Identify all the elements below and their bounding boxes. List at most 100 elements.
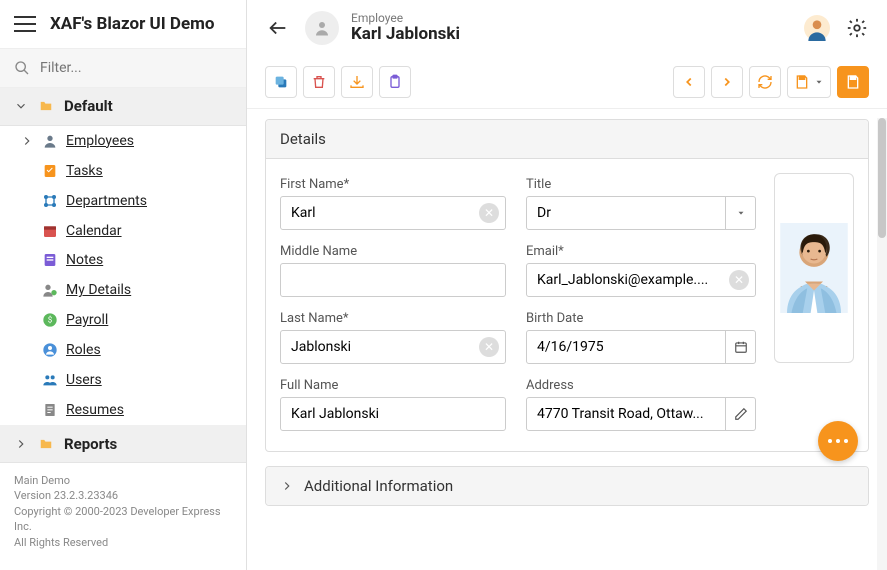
scrollbar[interactable] [877, 118, 887, 570]
sidebar-item-calendar[interactable]: Calendar [0, 216, 246, 246]
details-panel: Details First Name* ✕ Middle Name [265, 119, 869, 452]
employee-photo[interactable] [774, 173, 854, 363]
sidebar-item-departments[interactable]: Departments [0, 186, 246, 216]
birthdate-field[interactable] [526, 330, 756, 364]
chevron-right-icon [280, 479, 294, 493]
prev-button[interactable] [673, 66, 705, 98]
address-field[interactable] [526, 397, 756, 431]
additional-panel: Additional Information [265, 466, 869, 506]
clear-icon[interactable]: ✕ [729, 270, 749, 290]
sidebar-item-roles[interactable]: Roles [0, 335, 246, 365]
person-icon [313, 19, 331, 37]
title-field[interactable] [526, 196, 756, 230]
person-icon [42, 133, 58, 149]
clear-icon[interactable]: ✕ [479, 203, 499, 223]
svg-text:$: $ [48, 316, 53, 325]
photo-placeholder-icon [779, 223, 849, 313]
clear-icon[interactable]: ✕ [479, 337, 499, 357]
chevron-left-icon [682, 75, 696, 89]
first-name-input[interactable] [281, 205, 479, 221]
sidebar-item-label: Notes [66, 252, 103, 268]
main-header: Employee Karl Jablonski [247, 0, 887, 56]
full-name-field[interactable] [280, 397, 506, 431]
entity-name: Karl Jablonski [351, 25, 460, 44]
field-label: First Name* [280, 177, 506, 192]
copy-icon [273, 74, 289, 90]
sidebar-item-label: Payroll [66, 312, 108, 328]
save-dropdown-button[interactable] [787, 66, 831, 98]
sidebar-header: XAF's Blazor UI Demo [0, 0, 246, 48]
calendar-icon [42, 223, 58, 239]
avatar-icon [804, 15, 830, 41]
field-label: Address [526, 378, 756, 393]
entity-avatar [305, 11, 339, 45]
chevron-right-icon [20, 134, 34, 148]
caret-down-icon [736, 208, 746, 218]
sidebar-item-resumes[interactable]: Resumes [0, 395, 246, 425]
search-icon [14, 60, 30, 76]
additional-panel-header[interactable]: Additional Information [266, 467, 868, 505]
middle-name-field[interactable] [280, 263, 506, 297]
fab-button[interactable] [818, 421, 858, 461]
footer-line: Version 23.2.3.23346 [14, 488, 232, 503]
sidebar-item-users[interactable]: Users [0, 365, 246, 395]
email-input[interactable] [527, 272, 729, 288]
last-name-input[interactable] [281, 339, 479, 355]
nav-group-default[interactable]: Default [0, 88, 246, 126]
dept-icon [42, 193, 58, 209]
back-button[interactable] [263, 13, 293, 43]
sidebar-item-notes[interactable]: Notes [0, 246, 246, 276]
chevron-right-icon [14, 437, 28, 451]
nav-group-reports[interactable]: Reports [0, 425, 246, 463]
panel-title: Details [266, 120, 868, 159]
sidebar-item-payroll[interactable]: $ Payroll [0, 305, 246, 335]
notes-icon [42, 252, 58, 268]
sidebar-item-label: Users [66, 372, 102, 388]
photo-column [774, 173, 854, 437]
nav-group-label: Default [64, 97, 113, 115]
next-button[interactable] [711, 66, 743, 98]
sidebar-item-employees[interactable]: Employees [0, 126, 246, 156]
sidebar-item-tasks[interactable]: Tasks [0, 156, 246, 186]
breadcrumb: Employee Karl Jablonski [351, 12, 460, 44]
title-input[interactable] [527, 205, 725, 221]
field-label: Email* [526, 244, 756, 259]
trash-icon [311, 74, 327, 90]
date-picker-toggle[interactable] [725, 331, 755, 363]
scrollbar-thumb[interactable] [878, 118, 886, 238]
hamburger-icon[interactable] [14, 16, 36, 32]
clipboard-button[interactable] [379, 66, 411, 98]
export-button[interactable] [341, 66, 373, 98]
footer-line: All Rights Reserved [14, 535, 232, 550]
full-name-input[interactable] [281, 406, 505, 422]
sidebar-item-mydetails[interactable]: My Details [0, 275, 246, 305]
caret-down-icon [814, 77, 824, 87]
edit-address-toggle[interactable] [725, 398, 755, 430]
task-icon [42, 163, 58, 179]
refresh-button[interactable] [749, 66, 781, 98]
copy-button[interactable] [265, 66, 297, 98]
resumes-icon [42, 402, 58, 418]
settings-button[interactable] [843, 14, 871, 42]
dropdown-toggle[interactable] [725, 197, 755, 229]
email-field[interactable]: ✕ [526, 263, 756, 297]
calendar-icon [734, 340, 748, 354]
roles-icon [42, 342, 58, 358]
first-name-field[interactable]: ✕ [280, 196, 506, 230]
address-input[interactable] [527, 406, 725, 422]
last-name-field[interactable]: ✕ [280, 330, 506, 364]
sidebar-item-label: Calendar [66, 223, 122, 239]
birthdate-input[interactable] [527, 339, 725, 355]
field-label: Full Name [280, 378, 506, 393]
sidebar-item-label: My Details [66, 282, 131, 298]
refresh-icon [757, 74, 773, 90]
footer-line: Copyright © 2000-2023 Developer Express … [14, 504, 232, 535]
main: Employee Karl Jablonski [247, 0, 887, 570]
user-avatar[interactable] [803, 14, 831, 42]
filter-input[interactable] [40, 60, 232, 76]
folder-icon [38, 99, 54, 113]
delete-button[interactable] [303, 66, 335, 98]
middle-name-input[interactable] [281, 272, 505, 288]
save-button[interactable] [837, 66, 869, 98]
arrow-left-icon [267, 17, 289, 39]
